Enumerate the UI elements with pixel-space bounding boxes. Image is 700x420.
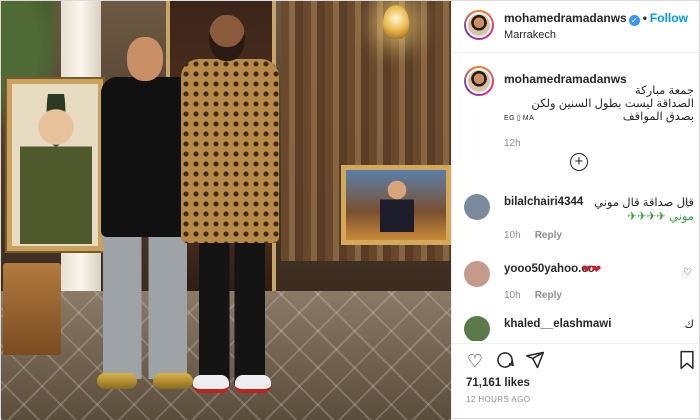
avatar[interactable] — [464, 66, 494, 96]
caption-time: 12h — [504, 138, 521, 149]
comment-text: ك — [684, 319, 694, 331]
comments-list[interactable]: mohamedramadanws جمعة مباركة الصداقة ليس… — [452, 54, 700, 341]
bookmark-icon[interactable] — [676, 350, 698, 372]
comment-meta: 10h Reply — [504, 230, 562, 241]
comment-text: قال صداقة قال موني موني ✈✈✈✈ — [594, 197, 694, 223]
comment-item: khaled__elashmawi ك — [452, 316, 700, 341]
instagram-post: mohamedramadanws ✓ • Follow Marrakech moham… — [0, 0, 700, 420]
caption-flags: EG ▯ MA — [504, 115, 535, 122]
header-username[interactable]: mohamedramadanws — [504, 11, 627, 25]
load-more-comments-icon[interactable]: + — [570, 153, 588, 171]
post-timestamp[interactable]: 12 HOURS AGO — [466, 395, 530, 404]
framed-portrait-left — [7, 79, 103, 251]
framed-portrait-right — [341, 165, 451, 245]
avatar[interactable] — [464, 261, 490, 287]
heart-outline-icon[interactable]: ♡ — [464, 350, 486, 372]
chandelier — [383, 5, 409, 39]
verified-badge-icon: ✓ — [628, 15, 640, 26]
comment-like-icon[interactable]: ♡ — [683, 200, 692, 211]
reply-button[interactable]: Reply — [535, 230, 562, 241]
post-sidebar: mohamedramadanws ✓ • Follow Marrakech moham… — [451, 1, 700, 420]
comment-meta: 10h Reply — [504, 290, 562, 301]
avatar[interactable] — [464, 316, 490, 341]
post-header: mohamedramadanws ✓ • Follow Marrakech — [452, 1, 700, 53]
comment-text: ❤❤ — [582, 264, 602, 276]
avatar[interactable] — [464, 10, 494, 40]
likes-count[interactable]: 71,161 likes — [466, 377, 530, 389]
location-link[interactable]: Marrakech — [504, 29, 556, 41]
person-right — [181, 15, 281, 401]
post-photo[interactable] — [1, 1, 451, 420]
comment-bubble-icon[interactable] — [494, 350, 516, 372]
comment-item: yooo50yahoo.co ❤❤ 10h Reply ♡ — [452, 261, 700, 317]
comment-item: bilalchairi4344 قال صداقة قال موني موني … — [452, 194, 700, 250]
avatar[interactable] — [464, 194, 490, 220]
separator-dot: • — [642, 11, 647, 25]
paper-plane-icon[interactable] — [524, 350, 546, 372]
reply-button[interactable]: Reply — [535, 290, 562, 301]
comment-like-icon[interactable]: ♡ — [683, 267, 692, 278]
wooden-stool — [3, 263, 61, 355]
action-bar: ♡ — [452, 343, 700, 373]
follow-button[interactable]: Follow — [650, 11, 688, 25]
